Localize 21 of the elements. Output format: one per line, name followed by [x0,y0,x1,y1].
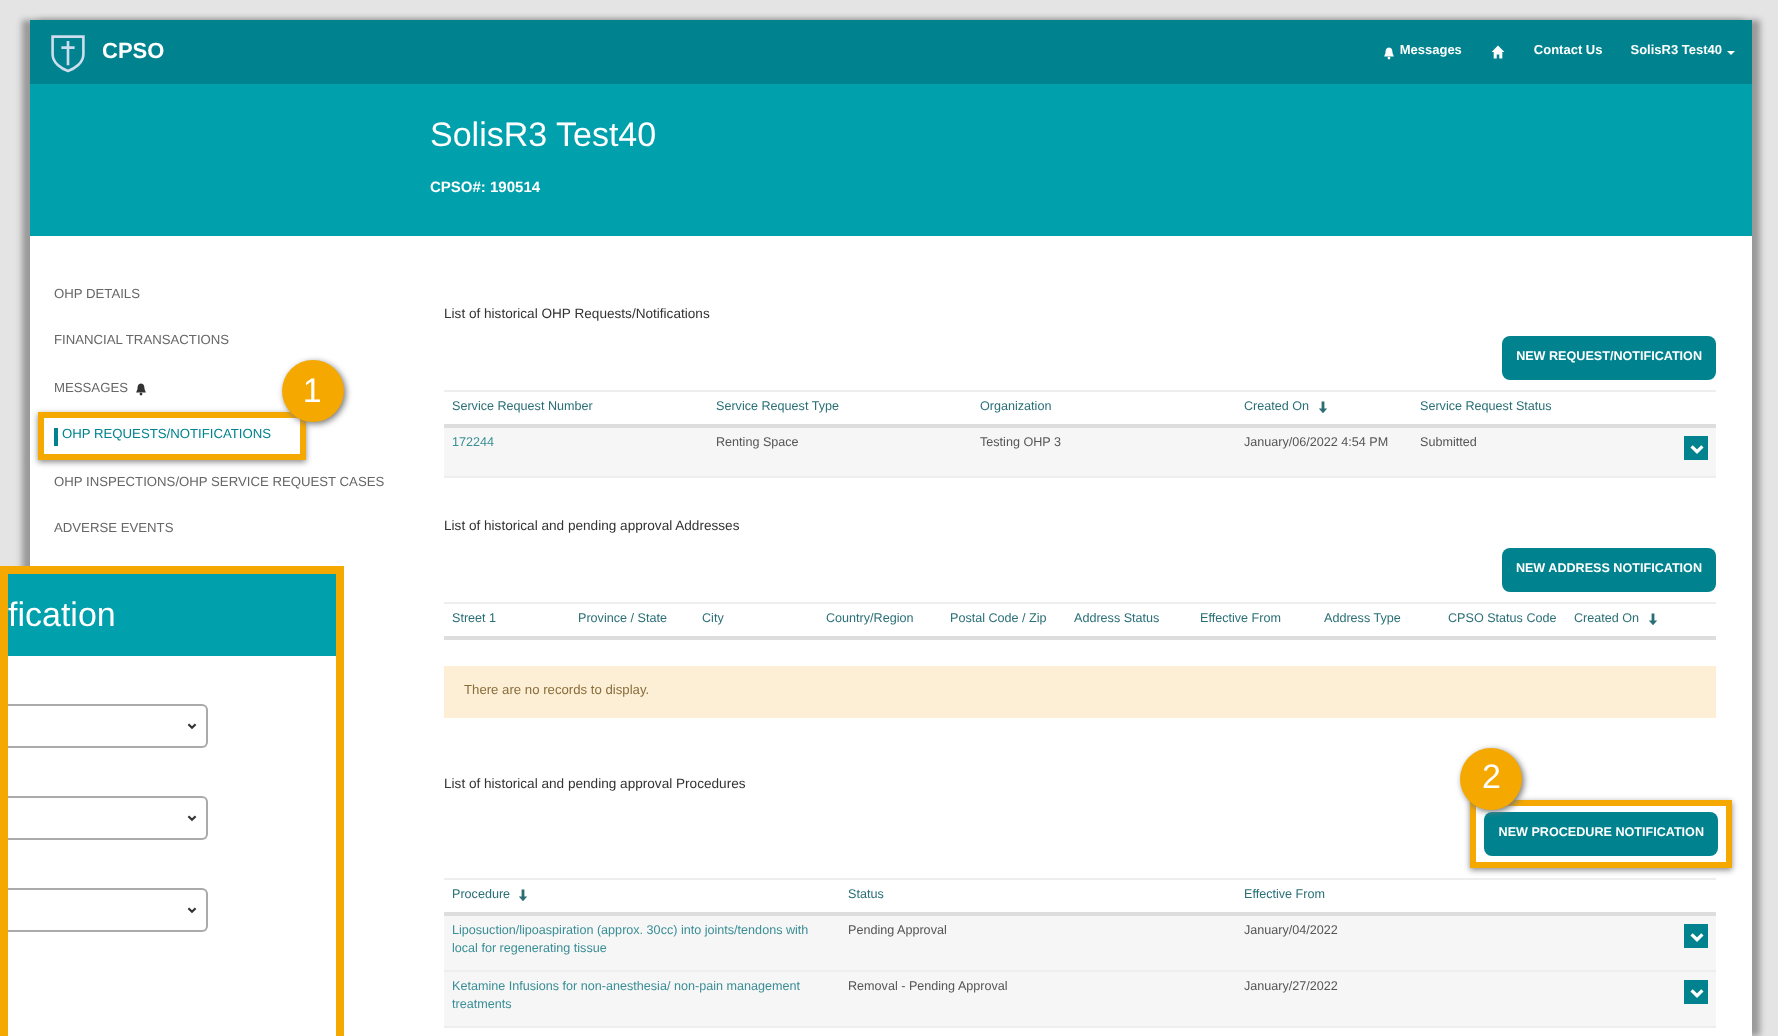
select-field[interactable] [8,704,208,748]
expand-button[interactable] [1684,980,1708,1005]
caret-icon [1726,47,1736,57]
chevron-down-icon [186,904,198,916]
select-field[interactable] [8,888,208,932]
step-badge: 1 [281,360,344,423]
bell-icon [1381,45,1396,59]
expand-button[interactable] [1684,436,1708,461]
profile-name: SolisR3 Test40 [430,116,659,157]
chevron-down-icon [1687,927,1705,946]
chevron-down-icon [186,720,198,732]
chevron-down-icon [1687,983,1705,1002]
brand-name[interactable]: CPSO [102,35,165,69]
expand-button[interactable] [1684,924,1708,949]
chevron-down-icon [186,812,198,824]
dialog-title: fication [8,574,336,656]
chevron-down-icon [1687,439,1705,458]
home-icon[interactable] [1489,44,1506,60]
step-badge: 2 [1460,747,1523,810]
crest-logo-icon [46,30,90,74]
select-field[interactable] [8,796,208,840]
